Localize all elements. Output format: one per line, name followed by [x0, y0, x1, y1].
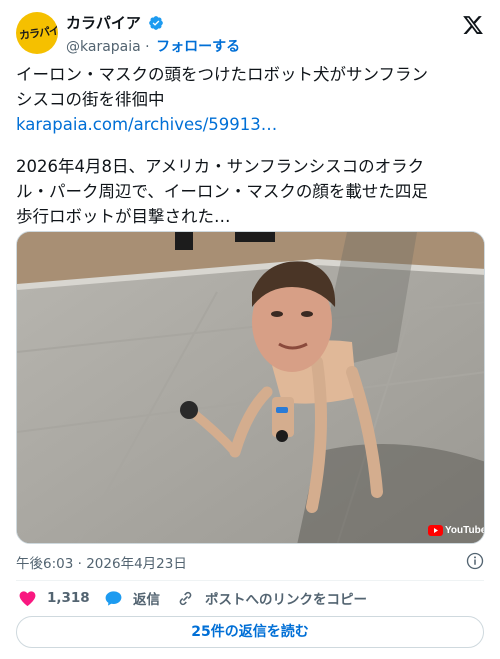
youtube-icon	[428, 525, 443, 536]
like-count: 1,318	[47, 590, 90, 606]
copy-link-button[interactable]: ポストへのリンクをコピー	[176, 586, 367, 610]
avatar[interactable]: カラパイア	[16, 12, 58, 54]
post-date[interactable]: 2026年4月23日	[86, 556, 187, 572]
post-header: カラパイア カラパイア @karapaia · フォローする	[16, 12, 484, 58]
handle-separator: ·	[145, 39, 150, 55]
post-text: イーロン・マスクの頭をつけたロボット犬がサンフラン シスコの街を徘徊中 kara…	[16, 62, 486, 229]
author-info: カラパイア @karapaia · フォローする	[66, 12, 240, 56]
like-button[interactable]: 1,318	[18, 586, 90, 610]
post-text-line: 2026年4月8日、アメリカ・サンフランシスコのオラク	[16, 157, 425, 176]
reply-label: 返信	[133, 592, 160, 608]
youtube-badge-label: YouTube	[445, 525, 485, 536]
post-text-line: ル・パーク周辺で、イーロン・マスクの顔を載せた四足	[16, 182, 428, 201]
post-text-line: 歩行ロボットが目撃された…	[16, 207, 231, 226]
copy-link-label: ポストへのリンクをコピー	[205, 592, 367, 608]
post-text-line: シスコの街を徘徊中	[16, 90, 165, 109]
post-meta: 午後6:03 · 2026年4月23日	[16, 552, 484, 572]
author-handle[interactable]: @karapaia	[66, 39, 141, 55]
youtube-badge: YouTube	[428, 523, 484, 539]
avatar-logo-text: カラパイア	[18, 22, 58, 43]
reply-button[interactable]: 返信	[104, 586, 160, 610]
video-frame-image	[17, 232, 484, 543]
post-time[interactable]: 午後6:03	[16, 556, 73, 572]
post-text-line: イーロン・マスクの頭をつけたロボット犬がサンフラン	[16, 65, 429, 84]
x-logo-icon[interactable]	[462, 14, 484, 36]
video-thumbnail[interactable]: YouTube	[16, 231, 485, 544]
author-display-name[interactable]: カラパイア	[66, 12, 141, 33]
heart-icon	[19, 590, 36, 606]
follow-button[interactable]: フォローする	[156, 39, 240, 55]
divider	[16, 580, 484, 581]
article-link[interactable]: karapaia.com/archives/59913…	[16, 112, 486, 137]
meta-separator: ·	[77, 556, 82, 572]
verified-badge-icon	[149, 15, 163, 30]
read-replies-button[interactable]: 25件の返信を読む	[16, 616, 484, 648]
info-icon[interactable]	[466, 552, 484, 570]
link-icon	[179, 591, 192, 605]
post-card: カラパイア カラパイア @karapaia · フォローする イーロン・マスクの…	[0, 0, 500, 659]
action-bar: 1,318 返信 ポストへのリンクをコピー	[16, 586, 484, 610]
reply-bubble-icon	[105, 590, 122, 606]
